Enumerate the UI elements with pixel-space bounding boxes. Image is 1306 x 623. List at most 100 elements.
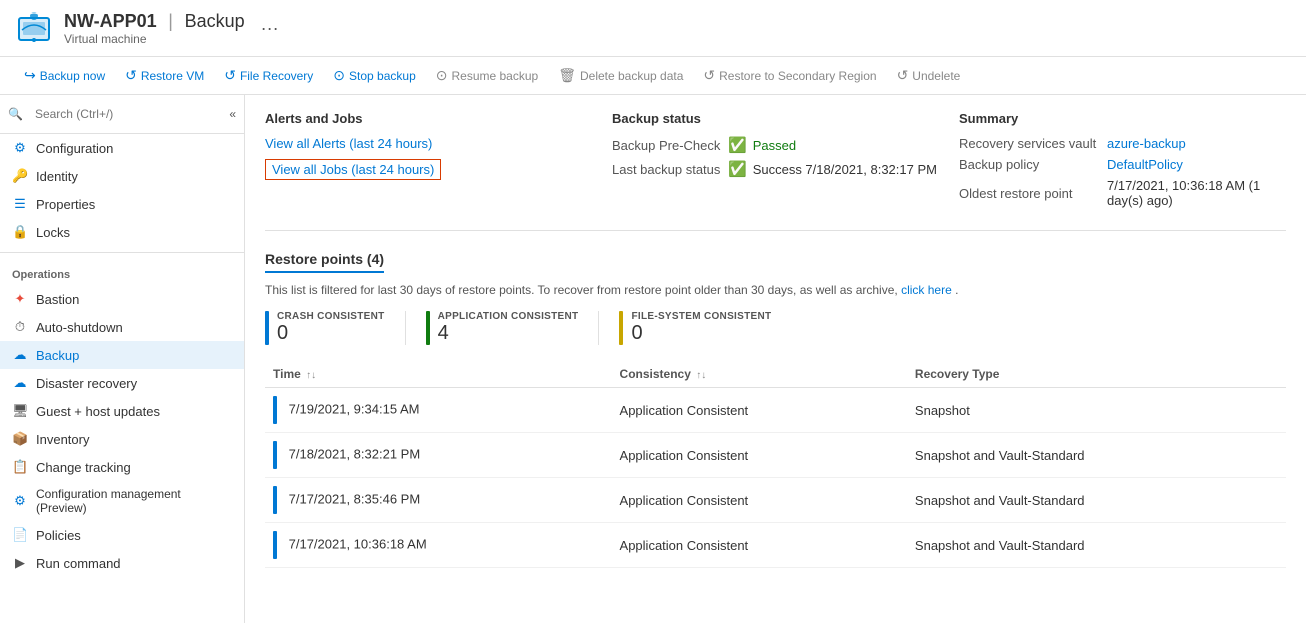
restore-vm-icon: ↺ xyxy=(125,67,137,84)
sidebar-item-backup[interactable]: ☁ Backup xyxy=(0,341,244,369)
restore-points-section: Restore points (4) This list is filtered… xyxy=(265,251,1286,568)
table-row[interactable]: 7/18/2021, 8:32:21 PM Application Consis… xyxy=(265,433,1286,478)
last-backup-label: Last backup status xyxy=(612,162,722,177)
sidebar-item-bastion[interactable]: ✦ Bastion xyxy=(0,285,244,313)
application-consistent-bar xyxy=(426,311,430,345)
sidebar-item-run-command[interactable]: ▶ Run command xyxy=(0,549,244,577)
row3-time: 7/17/2021, 8:35:46 PM xyxy=(265,478,612,523)
sidebar-item-locks[interactable]: 🔒 Locks xyxy=(0,218,244,246)
precheck-value: Passed xyxy=(753,138,796,153)
application-consistent-label: APPLICATION CONSISTENT xyxy=(438,311,579,322)
search-input[interactable] xyxy=(27,103,187,125)
last-backup-row: Last backup status ✅ Success 7/18/2021, … xyxy=(612,160,939,178)
sidebar-search-area: 🔍 « xyxy=(0,95,244,134)
backup-now-button[interactable]: ↩ Backup now xyxy=(16,63,113,88)
collapse-sidebar-icon[interactable]: « xyxy=(229,107,236,121)
row4-recovery-type: Snapshot and Vault-Standard xyxy=(907,523,1286,568)
file-recovery-icon: ↺ xyxy=(224,67,236,84)
restore-points-title: Restore points (4) xyxy=(265,251,384,273)
policy-row: Backup policy DefaultPolicy xyxy=(959,157,1286,172)
sidebar-item-label: Locks xyxy=(36,225,70,240)
resume-backup-button[interactable]: ⊙ Resume backup xyxy=(428,63,546,88)
undelete-label: Undelete xyxy=(912,69,960,83)
restore-secondary-label: Restore to Secondary Region xyxy=(719,69,876,83)
filesystem-consistent-count: 0 xyxy=(631,322,771,345)
sidebar-item-guest-host-updates[interactable]: 🖥 Guest + host updates xyxy=(0,397,244,425)
policy-value[interactable]: DefaultPolicy xyxy=(1107,157,1183,172)
sidebar-item-auto-shutdown[interactable]: ⏱ Auto-shutdown xyxy=(0,313,244,341)
row2-recovery-type: Snapshot and Vault-Standard xyxy=(907,433,1286,478)
inventory-icon: 📦 xyxy=(12,431,28,447)
disaster-recovery-icon: ☁ xyxy=(12,375,28,391)
col-consistency[interactable]: Consistency ↑↓ xyxy=(612,361,907,388)
delete-backup-button[interactable]: 🗑 Delete backup data xyxy=(550,63,691,88)
table-row[interactable]: 7/19/2021, 9:34:15 AM Application Consis… xyxy=(265,388,1286,433)
restore-vm-button[interactable]: ↺ Restore VM xyxy=(117,63,212,88)
table-row[interactable]: 7/17/2021, 8:35:46 PM Application Consis… xyxy=(265,478,1286,523)
row-indicator xyxy=(273,486,277,514)
file-recovery-label: File Recovery xyxy=(240,69,313,83)
vault-value[interactable]: azure-backup xyxy=(1107,136,1186,151)
operations-group-label: Operations xyxy=(0,259,244,285)
title-separator: | xyxy=(168,11,173,31)
delete-backup-icon: 🗑 xyxy=(558,67,576,84)
alerts-jobs-section: Alerts and Jobs View all Alerts (last 24… xyxy=(265,111,592,214)
stop-backup-button[interactable]: ⊙ Stop backup xyxy=(325,63,423,88)
main-layout: 🔍 « ⚙ Configuration 🔑 Identity ☰ Propert… xyxy=(0,95,1306,623)
alerts-jobs-title: Alerts and Jobs xyxy=(265,111,592,126)
consistency-counts: CRASH CONSISTENT 0 APPLICATION CONSISTEN… xyxy=(265,311,1286,345)
sidebar-item-config-management[interactable]: ⚙ Configuration management (Preview) xyxy=(0,481,244,521)
file-recovery-button[interactable]: ↺ File Recovery xyxy=(216,63,321,88)
filesystem-consistent-label: FILE-SYSTEM CONSISTENT xyxy=(631,311,771,322)
backup-status-title: Backup status xyxy=(612,111,939,126)
header-text: NW-APP01 | Backup Virtual machine xyxy=(64,11,245,46)
sidebar-item-label: Run command xyxy=(36,556,121,571)
toolbar: ↩ Backup now ↺ Restore VM ↺ File Recover… xyxy=(0,57,1306,95)
restore-points-table: Time ↑↓ Consistency ↑↓ Recovery Type xyxy=(265,361,1286,568)
col-time[interactable]: Time ↑↓ xyxy=(265,361,612,388)
sidebar-item-policies[interactable]: 📄 Policies xyxy=(0,521,244,549)
click-here-link[interactable]: click here xyxy=(901,283,952,297)
run-command-icon: ▶ xyxy=(12,555,28,571)
sidebar-item-disaster-recovery[interactable]: ☁ Disaster recovery xyxy=(0,369,244,397)
restore-secondary-button[interactable]: ↺ Restore to Secondary Region xyxy=(695,63,884,88)
sidebar-item-label: Backup xyxy=(36,348,79,363)
header-ellipsis[interactable]: ··· xyxy=(261,18,279,39)
filesystem-consistent-info: FILE-SYSTEM CONSISTENT 0 xyxy=(631,311,771,345)
sidebar-item-inventory[interactable]: 📦 Inventory xyxy=(0,425,244,453)
view-alerts-link[interactable]: View all Alerts (last 24 hours) xyxy=(265,136,432,151)
config-mgmt-icon: ⚙ xyxy=(12,493,28,509)
sidebar-item-configuration[interactable]: ⚙ Configuration xyxy=(0,134,244,162)
summary-sections: Alerts and Jobs View all Alerts (last 24… xyxy=(265,111,1286,231)
sidebar-item-label: Policies xyxy=(36,528,81,543)
sidebar-item-label: Guest + host updates xyxy=(36,404,160,419)
sidebar-item-properties[interactable]: ☰ Properties xyxy=(0,190,244,218)
row2-consistency: Application Consistent xyxy=(612,433,907,478)
guest-host-icon: 🖥 xyxy=(12,403,28,419)
sidebar-item-label: Identity xyxy=(36,169,78,184)
view-jobs-link[interactable]: View all Jobs (last 24 hours) xyxy=(265,159,441,180)
undelete-button[interactable]: ↺ Undelete xyxy=(889,63,969,88)
change-tracking-icon: 📋 xyxy=(12,459,28,475)
restore-secondary-icon: ↺ xyxy=(703,67,715,84)
page-title: Backup xyxy=(185,11,245,31)
header-subtitle: Virtual machine xyxy=(64,32,245,46)
sidebar-item-identity[interactable]: 🔑 Identity xyxy=(0,162,244,190)
crash-consistent-info: CRASH CONSISTENT 0 xyxy=(277,311,385,345)
restore-vm-label: Restore VM xyxy=(141,69,204,83)
consistency-divider2 xyxy=(598,311,599,345)
table-row[interactable]: 7/17/2021, 10:36:18 AM Application Consi… xyxy=(265,523,1286,568)
crash-consistent-bar xyxy=(265,311,269,345)
oldest-label: Oldest restore point xyxy=(959,186,1099,201)
restore-desc-before: This list is filtered for last 30 days o… xyxy=(265,283,898,297)
sidebar-item-label: Inventory xyxy=(36,432,89,447)
table-body: 7/19/2021, 9:34:15 AM Application Consis… xyxy=(265,388,1286,568)
row1-consistency: Application Consistent xyxy=(612,388,907,433)
crash-consistent-block: CRASH CONSISTENT 0 xyxy=(265,311,385,345)
table-header: Time ↑↓ Consistency ↑↓ Recovery Type xyxy=(265,361,1286,388)
row4-time: 7/17/2021, 10:36:18 AM xyxy=(265,523,612,568)
oldest-value: 7/17/2021, 10:36:18 AM (1 day(s) ago) xyxy=(1107,178,1286,208)
row1-time: 7/19/2021, 9:34:15 AM xyxy=(265,388,612,433)
sidebar-item-change-tracking[interactable]: 📋 Change tracking xyxy=(0,453,244,481)
sidebar-item-label: Properties xyxy=(36,197,95,212)
